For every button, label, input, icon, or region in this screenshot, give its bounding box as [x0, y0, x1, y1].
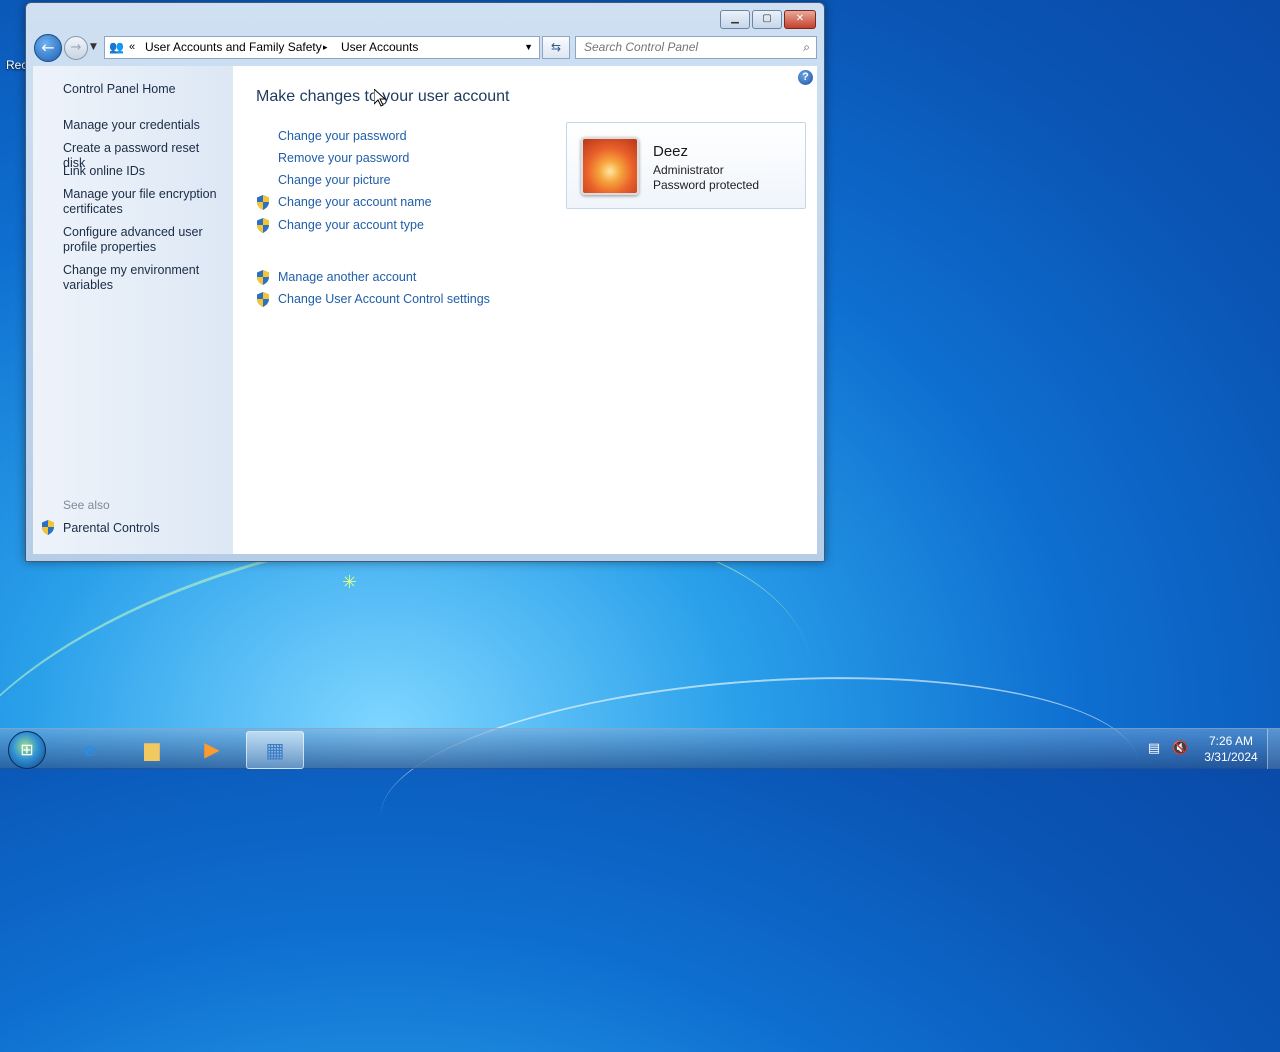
network-icon[interactable]: ▤ [1146, 741, 1162, 757]
clock-time: 7:26 AM [1208, 734, 1254, 748]
remove-password-link[interactable]: Remove your password [278, 151, 409, 165]
minimize-button[interactable]: ▁ [720, 10, 750, 29]
file-encryption-certificates-link[interactable]: Manage your file encryption certificates [63, 187, 223, 217]
show-desktop-button[interactable] [1267, 729, 1280, 769]
start-button[interactable]: ⊞ [8, 731, 46, 769]
change-password-link[interactable]: Change your password [278, 129, 407, 143]
account-card: Deez Administrator Password protected [566, 122, 806, 209]
help-icon[interactable]: ? [798, 70, 813, 85]
volume-muted-icon[interactable]: 🔇 [1172, 741, 1188, 757]
change-account-name-link[interactable]: Change your account name [278, 195, 432, 209]
parental-controls-link[interactable]: Parental Controls [63, 521, 223, 536]
advanced-profile-properties-link[interactable]: Configure advanced user profile properti… [63, 225, 223, 255]
navigation-bar: ← → ▼ 👥 « User Accounts and Family Safet… [34, 34, 817, 62]
change-account-type-link[interactable]: Change your account type [278, 218, 424, 232]
environment-variables-link[interactable]: Change my environment variables [63, 263, 223, 293]
uac-shield-icon [256, 270, 270, 285]
account-role: Administrator [653, 163, 724, 177]
address-overflow-chevron[interactable]: « [129, 37, 135, 58]
internet-explorer-icon[interactable]: e [62, 731, 118, 767]
breadcrumb-user-accounts[interactable]: User Accounts [341, 37, 418, 58]
uac-shield-icon [256, 195, 270, 210]
control-panel-window: ▁ ▢ ✕ ← → ▼ 👥 « User Accounts and Family… [25, 2, 825, 562]
recent-pages-dropdown-icon[interactable]: ▼ [90, 42, 97, 52]
control-panel-home-link[interactable]: Control Panel Home [63, 82, 223, 97]
search-icon[interactable]: ⌕ [803, 37, 810, 58]
maximize-button[interactable]: ▢ [752, 10, 782, 29]
refresh-button[interactable]: ⇆ [542, 36, 570, 59]
address-dropdown-icon[interactable]: ▼ [524, 37, 533, 58]
search-box[interactable]: ⌕ [575, 36, 817, 59]
uac-shield-icon [256, 218, 270, 233]
link-online-ids-link[interactable]: Link online IDs [63, 164, 223, 179]
back-button[interactable]: ← [34, 34, 62, 62]
manage-credentials-link[interactable]: Manage your credentials [63, 118, 223, 133]
uac-settings-link[interactable]: Change User Account Control settings [278, 292, 490, 306]
content-area: Control Panel Home Manage your credentia… [33, 66, 817, 554]
search-input[interactable] [582, 39, 786, 55]
account-status: Password protected [653, 178, 760, 192]
task-pane: Control Panel Home Manage your credentia… [33, 66, 233, 554]
main-pane: ? Make changes to your user account Chan… [233, 66, 817, 554]
account-picture [581, 137, 639, 195]
close-button[interactable]: ✕ [784, 10, 816, 29]
breadcrumb-user-accounts-family-safety[interactable]: User Accounts and Family Safety [145, 37, 322, 58]
uac-shield-icon [256, 292, 270, 307]
change-picture-link[interactable]: Change your picture [278, 173, 391, 187]
see-also-heading: See also [63, 498, 110, 512]
breadcrumb-separator-icon[interactable]: ▸ [323, 37, 328, 58]
file-explorer-icon[interactable]: ▆ [124, 731, 180, 767]
system-clock[interactable]: 7:26 AM 3/31/2024 [1196, 733, 1266, 765]
user-accounts-icon: 👥 [109, 40, 124, 54]
control-panel-icon[interactable]: ▦ [246, 731, 304, 769]
media-player-icon[interactable]: ▶ [184, 731, 240, 767]
address-bar[interactable]: 👥 « User Accounts and Family Safety ▸ Us… [104, 36, 540, 59]
window-controls: ▁ ▢ ✕ [720, 10, 816, 29]
clock-date: 3/31/2024 [1204, 750, 1258, 764]
uac-shield-icon [41, 520, 55, 535]
forward-button[interactable]: → [64, 36, 88, 60]
wallpaper-sparkle-icon: ✳ [342, 572, 358, 593]
account-name: Deez [653, 143, 689, 160]
taskbar: ⊞ e ▆ ▶ ▦ ▤ 🔇 7:26 AM 3/31/2024 [0, 728, 1280, 769]
manage-another-account-link[interactable]: Manage another account [278, 270, 416, 284]
mouse-cursor-icon [374, 89, 386, 107]
